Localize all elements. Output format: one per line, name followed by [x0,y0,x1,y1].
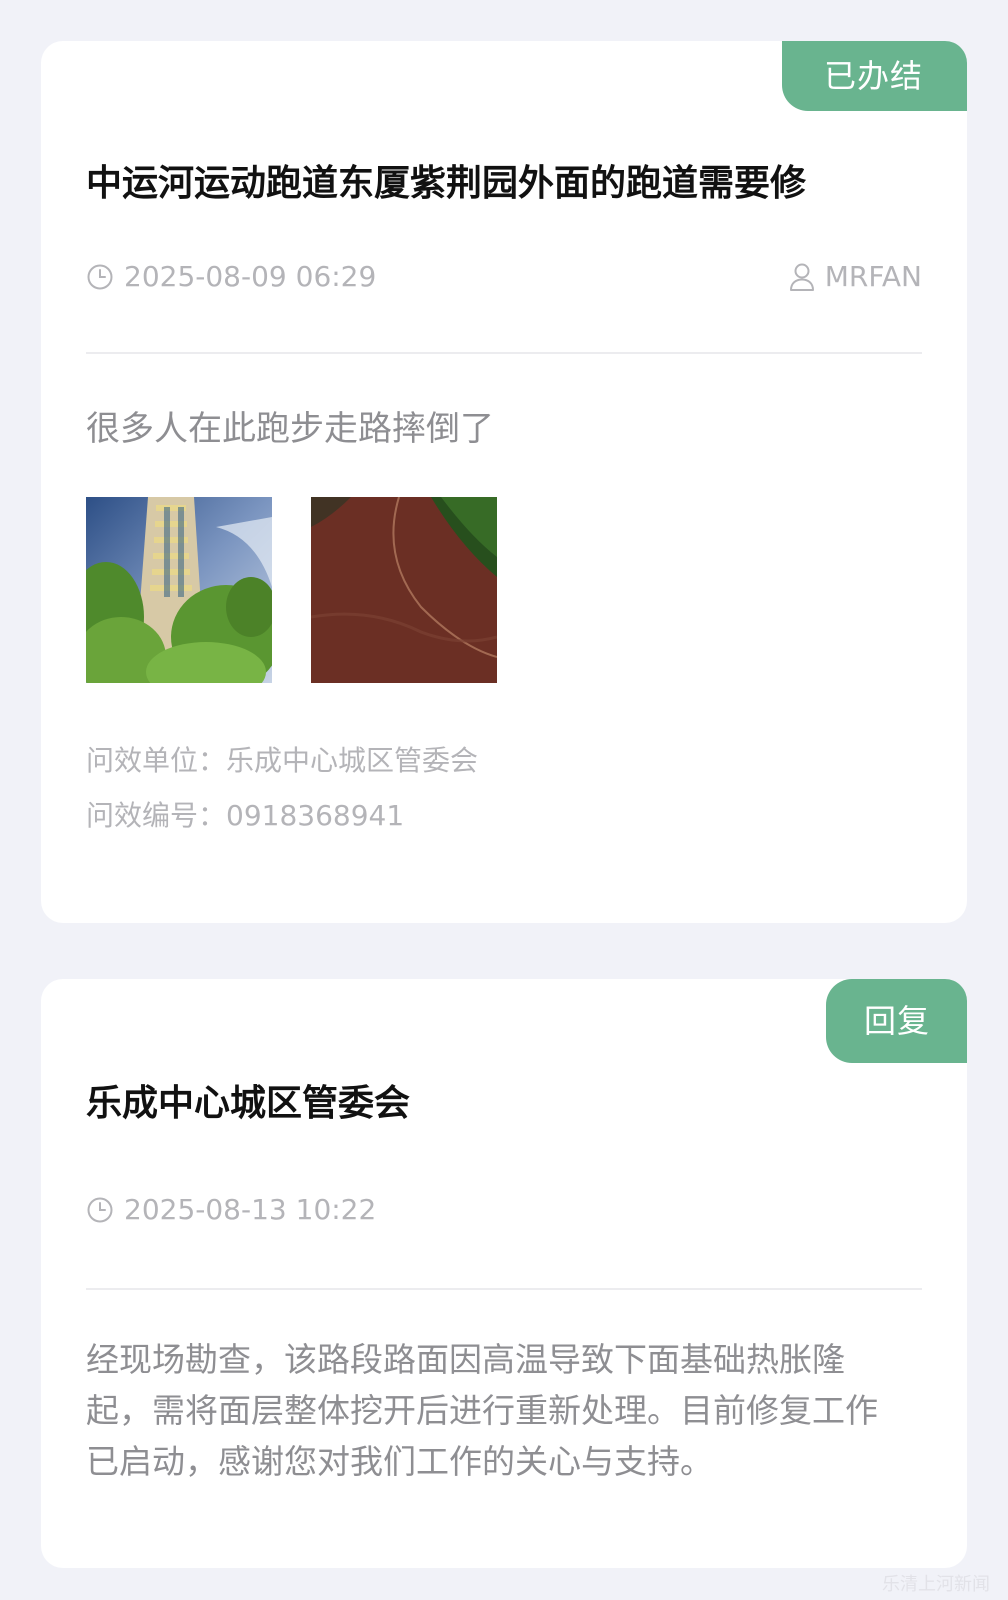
complaint-time: 2025-08-09 06:29 [86,259,376,295]
reply-time: 2025-08-13 10:22 [86,1192,376,1228]
reply-body: 经现场勘查，该路段路面因高温导致下面基础热胀隆起，需将面层整体挖开后进行重新处理… [86,1340,878,1481]
complaint-datetime: 2025-08-09 06:29 [124,260,377,293]
reply-card: 回复 乐成中心城区管委会 2025-08-13 10:22 经现场勘查，该路段路… [41,979,967,1568]
number-value: 0918368941 [226,799,405,832]
building-photo[interactable] [86,497,272,683]
complaint-username: MRFAN [824,260,922,293]
complaint-meta: 2025-08-09 06:29 MRFAN [86,259,922,295]
status-badge: 已办结 [782,41,967,111]
complaint-title: 中运河运动跑道东厦紫荆园外面的跑道需要修 [86,163,807,204]
reply-datetime: 2025-08-13 10:22 [124,1193,377,1226]
user-icon [789,263,814,291]
reply-badge: 回复 [826,979,967,1063]
divider [86,352,922,354]
unit-info: 问效单位：乐成中心城区管委会 [86,739,478,779]
complaint-user: MRFAN [789,259,922,295]
clock-icon [87,1197,113,1223]
unit-value: 乐成中心城区管委会 [226,744,479,777]
number-label: 问效编号： [86,799,227,832]
watermark: 乐清上河新闻 [882,1574,990,1595]
clock-icon [87,264,113,290]
running-track-photo[interactable] [311,497,497,683]
unit-label: 问效单位： [86,744,227,777]
complaint-description: 很多人在此跑步走路摔倒了 [86,409,494,449]
reply-title: 乐成中心城区管委会 [86,1083,411,1124]
reply-meta: 2025-08-13 10:22 [86,1192,922,1228]
divider [86,1288,922,1290]
number-info: 问效编号：0918368941 [86,794,404,834]
complaint-card: 已办结 中运河运动跑道东厦紫荆园外面的跑道需要修 2025-08-09 06:2… [41,41,967,923]
